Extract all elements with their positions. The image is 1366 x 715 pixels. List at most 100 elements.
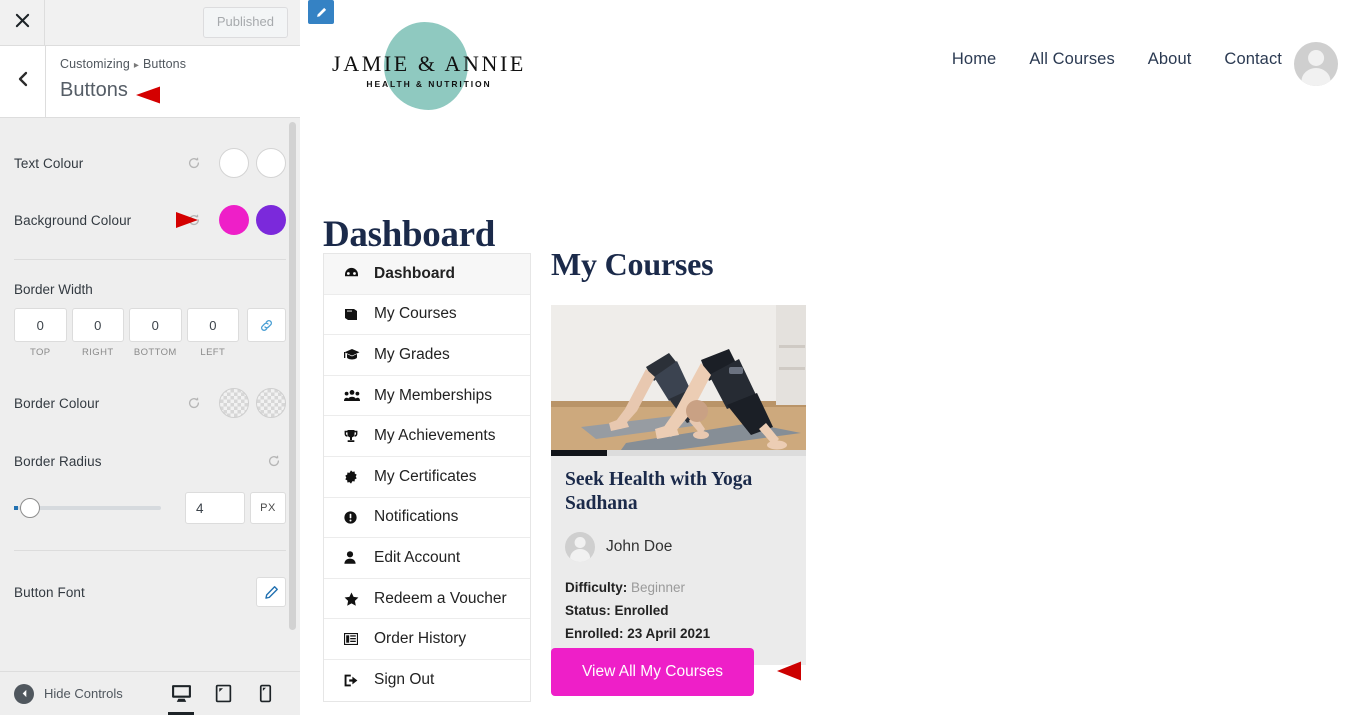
tablet-view-button[interactable] [202,672,244,715]
border-radius-reset-button[interactable] [264,451,284,471]
graduation-cap-icon [344,348,366,361]
text-colour-reset-button[interactable] [184,153,204,173]
dashboard-nav-item-edit-account[interactable]: Edit Account [324,538,530,579]
border-width-link-button[interactable] [247,308,287,342]
avatar[interactable] [1294,42,1338,86]
dashboard-nav-item-my-courses[interactable]: My Courses [324,295,530,336]
border-radius-input[interactable]: 4 [185,492,245,524]
border-width-top-input[interactable]: 0 [14,308,67,342]
hide-controls-button[interactable]: Hide Controls [14,683,123,704]
breadcrumb-current: Buttons [143,57,187,71]
background-colour-label: Background Colour [14,212,132,228]
view-all-my-courses-button[interactable]: View All My Courses [551,648,754,696]
sign-out-icon [344,674,366,687]
users-icon [344,389,366,402]
back-button[interactable] [0,46,46,117]
logo-brand-name: JAMIE & ANNIE [332,51,526,76]
author-avatar [565,531,595,562]
customizer-footer: Hide Controls [0,671,300,715]
panel-title-box: Customizing ▸ Buttons Buttons [46,46,300,117]
border-colour-swatch-primary[interactable] [219,388,249,418]
course-enrolled-value: 23 April 2021 [627,626,711,641]
control-button-font: Button Font [14,577,286,607]
background-colour-reset-button[interactable] [184,210,204,230]
hide-controls-label: Hide Controls [44,686,123,701]
dashboard-nav-item-order-history[interactable]: Order History [324,619,530,660]
link-icon [261,319,272,331]
mobile-icon [259,684,271,703]
chevron-left-icon [16,71,30,92]
dashboard-nav-item-label: My Memberships [374,386,492,404]
text-colour-swatch-hover[interactable] [256,148,286,178]
dashboard-nav-item-my-memberships[interactable]: My Memberships [324,376,530,417]
border-width-inputs: 0 TOP 0 RIGHT 0 BOTTOM 0 LEFT [14,308,287,358]
control-background-colour: Background Colour [14,205,286,235]
control-text-colour: Text Colour [14,148,286,178]
dashboard-nav-item-label: Notifications [374,508,459,526]
reset-icon [188,397,200,409]
customizer-panel-header: Customizing ▸ Buttons Buttons [0,46,300,118]
dashboard-nav-item-sign-out[interactable]: Sign Out [324,660,530,701]
certificate-icon [344,470,366,484]
dashboard-nav-item-notifications[interactable]: Notifications [324,498,530,539]
reset-icon [188,157,200,169]
border-radius-unit[interactable]: PX [250,492,286,524]
trophy-icon [344,429,366,443]
course-author: John Doe [565,531,792,562]
avatar-head-shape [574,536,586,548]
divider-1 [14,259,286,260]
background-colour-swatch-primary[interactable] [219,205,249,235]
pencil-icon [264,585,278,599]
border-radius-slider[interactable] [14,497,173,519]
nav-item-about[interactable]: About [1148,50,1192,69]
border-width-left-input[interactable]: 0 [186,308,240,342]
nav-item-all-courses[interactable]: All Courses [1029,50,1114,69]
yoga-pose-illustration [551,305,806,450]
close-customizer-button[interactable] [0,0,45,45]
nav-item-home[interactable]: Home [952,50,996,69]
dashboard-navigation: Dashboard My Courses My Grades My Membershi… [323,253,531,702]
close-icon [15,13,30,33]
border-width-top: 0 TOP [14,308,67,358]
reset-icon [188,214,200,226]
customizer-scrollbar[interactable] [289,122,296,630]
border-width-bottom: 0 BOTTOM [129,308,182,358]
dashboard-nav-item-my-certificates[interactable]: My Certificates [324,457,530,498]
course-difficulty: Difficulty: Beginner [565,576,792,599]
dashboard-nav-item-dashboard[interactable]: Dashboard [324,254,530,295]
dashboard-nav-item-redeem-a-voucher[interactable]: Redeem a Voucher [324,579,530,620]
desktop-view-button[interactable] [160,672,202,715]
breadcrumb: Customizing ▸ Buttons [60,56,300,74]
customizer-sidebar: Published Customizing ▸ Buttons Buttons Te… [0,0,300,715]
dashboard-nav-item-label: My Grades [374,345,450,363]
button-font-edit-button[interactable] [256,577,286,607]
reset-icon [268,455,280,467]
course-difficulty-label: Difficulty: [565,579,628,595]
text-colour-swatch-primary[interactable] [219,148,249,178]
background-colour-swatch-hover[interactable] [256,205,286,235]
dashboard-nav-item-my-grades[interactable]: My Grades [324,335,530,376]
avatar-body-shape [1301,67,1331,86]
border-colour-reset-button[interactable] [184,393,204,413]
border-width-bottom-input[interactable]: 0 [129,308,182,342]
slider-handle[interactable] [20,498,40,518]
course-status-label: Status: [565,602,611,618]
breadcrumb-root: Customizing [60,57,130,71]
border-width-right-input[interactable]: 0 [71,308,125,342]
nav-item-contact[interactable]: Contact [1224,50,1282,69]
mobile-view-button[interactable] [244,672,286,715]
publish-button[interactable]: Published [202,7,288,38]
border-colour-swatch-hover[interactable] [256,388,286,418]
desktop-icon [171,685,191,702]
site-header: JAMIE & ANNIE HEALTH & NUTRITION Home Al… [301,0,1366,128]
page-title: Buttons [60,78,128,101]
control-border-colour: Border Colour [14,388,286,418]
course-card[interactable]: Seek Health with Yoga Sadhana John Doe D… [551,305,806,666]
customizer-topbar: Published [0,0,300,46]
dashboard-nav-item-my-achievements[interactable]: My Achievements [324,416,530,457]
list-icon [344,633,366,646]
site-logo[interactable]: JAMIE & ANNIE HEALTH & NUTRITION [329,17,529,111]
dashboard-nav-item-label: Order History [374,630,467,648]
author-name: John Doe [606,537,673,555]
section-title: My Courses [551,246,714,282]
